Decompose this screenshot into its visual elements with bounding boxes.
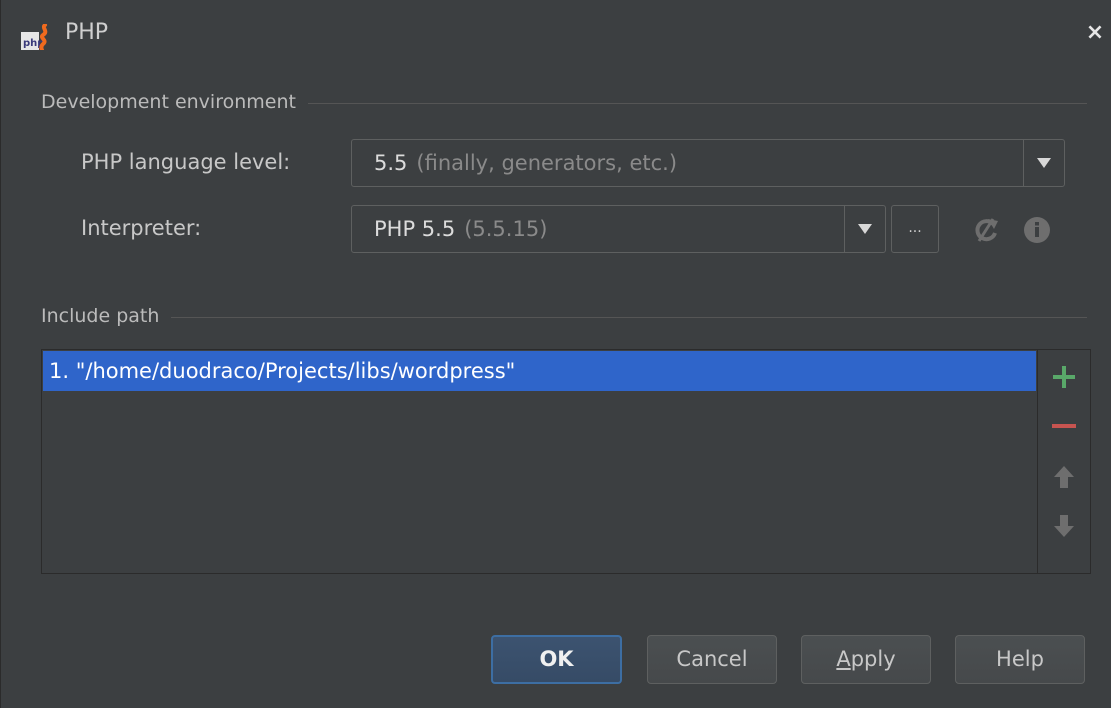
window-title: PHP (65, 20, 109, 45)
interpreter-combo[interactable]: PHP 5.5 (5.5.15) (351, 205, 886, 253)
include-path-toolbar (1037, 350, 1090, 573)
language-level-value: 5.5 (finally, generators, etc.) (374, 140, 677, 186)
interpreter-label: Interpreter: (81, 216, 202, 240)
arrow-up-icon (1054, 466, 1074, 488)
close-button[interactable]: × (1082, 20, 1108, 46)
add-path-button[interactable] (1038, 357, 1090, 397)
move-up-button[interactable] (1038, 457, 1090, 497)
language-level-version: 5.5 (374, 151, 408, 175)
apply-button[interactable]: Apply (801, 635, 931, 684)
apply-mnemonic: A (836, 647, 851, 671)
php-app-icon: php (21, 24, 48, 50)
php-dialog: php PHP × Development environment PHP la… (0, 0, 1111, 708)
cancel-button[interactable]: Cancel (647, 635, 777, 684)
arrow-down-icon (1054, 515, 1074, 537)
title-bar: php PHP × (1, 0, 1111, 70)
ok-button[interactable]: OK (491, 635, 622, 684)
interpreter-value: PHP 5.5 (5.5.15) (374, 206, 547, 252)
include-path-panel: 1. "/home/duodraco/Projects/libs/wordpre… (41, 349, 1091, 574)
interpreter-version: PHP 5.5 (374, 217, 456, 241)
move-down-button[interactable] (1038, 506, 1090, 546)
php-language-level-label: PHP language level: (81, 150, 291, 174)
interpreter-dropdown-button[interactable] (844, 206, 885, 252)
remove-path-button[interactable] (1038, 406, 1090, 446)
reload-icon[interactable] (969, 214, 1003, 246)
include-path-heading: Include path (41, 305, 172, 327)
minus-icon (1052, 424, 1076, 428)
plus-icon (1053, 366, 1075, 388)
language-level-hint: (finally, generators, etc.) (416, 151, 678, 175)
language-level-dropdown-button[interactable] (1023, 140, 1064, 186)
separator-line (41, 317, 1087, 318)
include-path-list[interactable]: 1. "/home/duodraco/Projects/libs/wordpre… (42, 350, 1037, 573)
help-button[interactable]: Help (955, 635, 1085, 684)
browse-interpreters-button[interactable]: ... (891, 205, 939, 253)
chevron-down-icon (858, 224, 872, 234)
chevron-down-icon (1037, 158, 1051, 168)
list-item[interactable]: 1. "/home/duodraco/Projects/libs/wordpre… (43, 351, 1036, 391)
php-language-level-combo[interactable]: 5.5 (finally, generators, etc.) (351, 139, 1065, 187)
apply-label-rest: pply (850, 647, 896, 671)
development-environment-heading: Development environment (41, 91, 308, 113)
info-icon[interactable] (1020, 214, 1054, 246)
interpreter-hint: (5.5.15) (464, 217, 548, 241)
